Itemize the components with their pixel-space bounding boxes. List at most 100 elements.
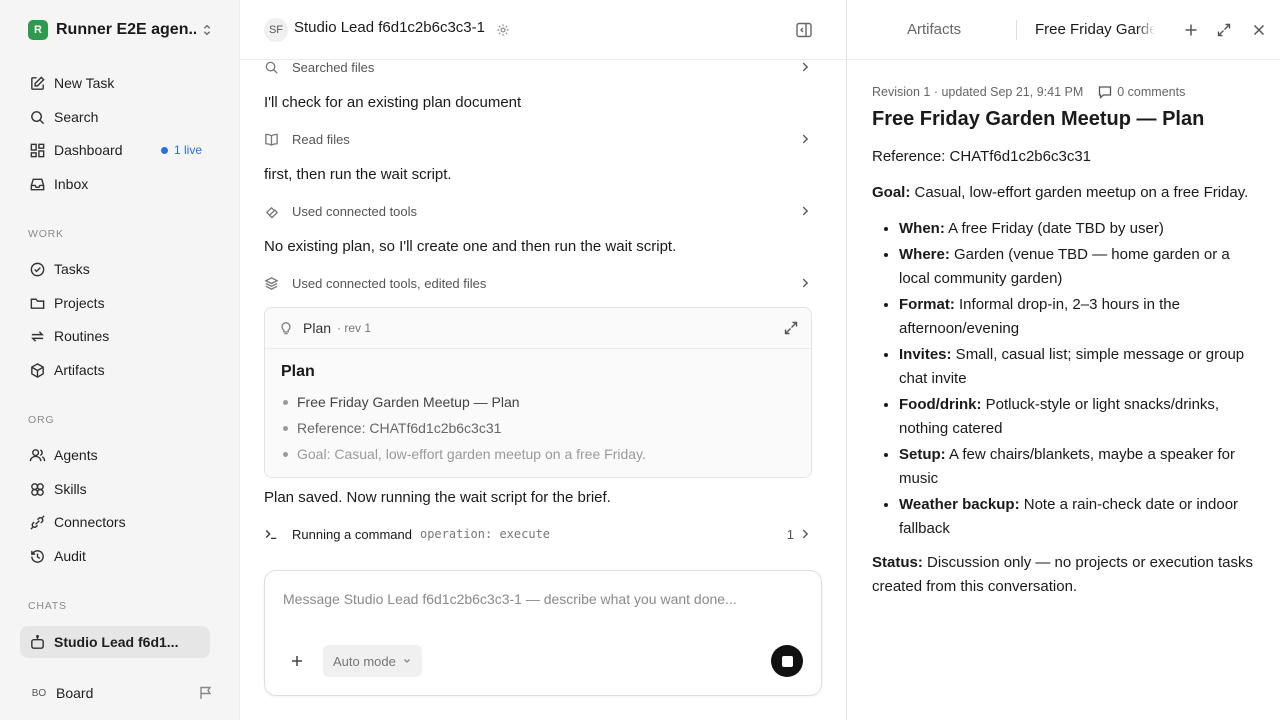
- tab-artifacts[interactable]: Artifacts: [907, 21, 961, 38]
- sidebar-item-search[interactable]: Search: [20, 101, 210, 133]
- comments-button[interactable]: 0 comments: [1097, 84, 1185, 100]
- expand-icon[interactable]: [783, 320, 799, 336]
- message-composer: Auto mode: [264, 570, 822, 696]
- message-input[interactable]: [283, 591, 793, 607]
- sidebar-item-label: Audit: [54, 548, 86, 564]
- agent-avatar: SF: [264, 18, 288, 42]
- bot-icon: [28, 633, 46, 651]
- sidebar-item-audit[interactable]: Audit: [20, 540, 210, 572]
- sidebar-item-inbox[interactable]: Inbox: [20, 168, 210, 200]
- search-icon: [28, 108, 46, 126]
- tools-icon: [264, 203, 280, 219]
- document-reference: Reference: CHATf6d1c2b6c3c31: [872, 148, 1092, 165]
- section-label-org: ORG: [28, 414, 55, 426]
- sidebar-chat-studio-lead[interactable]: Studio Lead f6d1...: [20, 626, 210, 658]
- lightbulb-icon: [281, 322, 291, 335]
- sidebar-item-dashboard[interactable]: Dashboard 1 live: [20, 134, 210, 166]
- plan-card[interactable]: Plan · rev 1 Plan Free Friday Garden Mee…: [264, 307, 812, 478]
- flag-icon[interactable]: [198, 685, 214, 701]
- artifact-panel: Artifacts Free Friday Garden Meetup — Pl…: [846, 0, 1280, 720]
- tool-step-running-command[interactable]: Running a command operation: execute 1: [264, 524, 812, 544]
- plus-icon[interactable]: [289, 653, 305, 669]
- chevron-right-icon: [802, 134, 809, 144]
- plan-card-label: Plan: [303, 320, 332, 336]
- sidebar-item-label: Studio Lead f6d1...: [54, 634, 179, 650]
- revision-info: Revision 1 · updated Sep 21, 9:41 PM: [872, 85, 1084, 99]
- tab-divider: [1016, 20, 1017, 40]
- agents-icon: [28, 446, 46, 464]
- plan-card-body: Plan Free Friday Garden Meetup — Plan Re…: [265, 349, 811, 477]
- skills-icon: [28, 480, 46, 498]
- list-item: Reference: CHATf6d1c2b6c3c31: [281, 415, 795, 441]
- user-name[interactable]: Board: [56, 685, 93, 701]
- tab-document[interactable]: Free Friday Garden Meetup — Plan: [1035, 21, 1155, 38]
- sidebar-item-new-task[interactable]: New Task: [20, 67, 210, 99]
- tool-step-searched-files[interactable]: Searched files: [264, 57, 812, 77]
- sidebar-item-tasks[interactable]: Tasks: [20, 253, 210, 285]
- gear-icon[interactable]: [496, 23, 510, 37]
- sidebar-item-label: Skills: [54, 481, 87, 497]
- tool-step-read-files[interactable]: Read files: [264, 129, 812, 149]
- list-item: Format: Informal drop-in, 2–3 hours in t…: [899, 293, 1257, 341]
- sidebar-item-skills[interactable]: Skills: [20, 473, 210, 505]
- document-status: Status: Discussion only — no projects or…: [872, 554, 1253, 595]
- command-count: 1: [786, 526, 794, 542]
- tool-step-label: Used connected tools, edited files: [292, 275, 487, 291]
- chevron-right-icon: [802, 206, 809, 216]
- sidebar-item-projects[interactable]: Projects: [20, 287, 210, 319]
- sidebar-item-label: New Task: [54, 75, 115, 91]
- inbox-icon: [28, 175, 46, 193]
- plan-card-header: Plan · rev 1: [265, 308, 811, 349]
- sidebar-item-routines[interactable]: Routines: [20, 320, 210, 352]
- list-item: Where: Garden (venue TBD — home garden o…: [899, 243, 1257, 291]
- section-label-chats: CHATS: [28, 600, 67, 612]
- user-footer: BO Board: [28, 681, 214, 705]
- workspace-logo: R: [28, 20, 48, 40]
- mode-selector[interactable]: Auto mode: [323, 645, 422, 677]
- list-item: Food/drink: Potluck-style or light snack…: [899, 393, 1257, 441]
- live-badge: 1 live: [160, 143, 202, 157]
- chevron-right-icon: [802, 278, 809, 288]
- document-title: Free Friday Garden Meetup — Plan: [872, 108, 1205, 130]
- sidebar-item-label: Agents: [54, 447, 98, 463]
- sidebar-item-connectors[interactable]: Connectors: [20, 506, 210, 538]
- expand-icon[interactable]: [1216, 22, 1232, 38]
- workspace-switcher[interactable]: R Runner E2E agen...: [28, 19, 214, 41]
- plan-card-list: Free Friday Garden Meetup — Plan Referen…: [281, 389, 795, 467]
- folder-icon: [28, 294, 46, 312]
- sidebar-item-agents[interactable]: Agents: [20, 439, 210, 471]
- tool-step-label: Searched files: [292, 59, 375, 75]
- workspace-name: Runner E2E agen...: [56, 21, 196, 38]
- sidebar: R Runner E2E agen... New Task Search Das…: [0, 0, 240, 720]
- stop-button[interactable]: [771, 645, 803, 677]
- list-item: Invites: Small, casual list; simple mess…: [899, 343, 1257, 391]
- assistant-message: Plan saved. Now running the wait script …: [264, 489, 611, 506]
- plus-icon[interactable]: [1183, 22, 1199, 38]
- chevron-right-icon: [802, 529, 809, 539]
- sidebar-item-artifacts[interactable]: Artifacts: [20, 354, 210, 386]
- sidebar-item-label: Dashboard: [54, 142, 123, 158]
- toggle-panel-icon[interactable]: [795, 21, 813, 39]
- tool-step-tools-edited[interactable]: Used connected tools, edited files: [264, 273, 812, 293]
- layers-icon: [264, 275, 280, 291]
- comment-icon: [1099, 86, 1112, 99]
- document-list: When: A free Friday (date TBD by user) W…: [872, 217, 1257, 541]
- plan-card-heading: Plan: [281, 363, 315, 380]
- tool-step-label: Read files: [292, 131, 350, 147]
- artifacts-icon: [28, 361, 46, 379]
- sidebar-item-label: Tasks: [54, 261, 90, 277]
- routines-icon: [28, 327, 46, 345]
- tool-step-label: Used connected tools: [292, 203, 418, 219]
- tool-step-connected-tools[interactable]: Used connected tools: [264, 201, 812, 221]
- list-item: Goal: Casual, low-effort garden meetup o…: [281, 441, 795, 467]
- avatar[interactable]: BO: [28, 682, 50, 704]
- close-icon[interactable]: [1251, 22, 1267, 38]
- sidebar-item-label: Artifacts: [54, 362, 105, 378]
- sidebar-item-label: Search: [54, 109, 99, 125]
- plan-card-revision: · rev 1: [337, 321, 372, 335]
- comments-count: 0 comments: [1117, 85, 1186, 99]
- connectors-icon: [28, 513, 46, 531]
- tasks-icon: [28, 260, 46, 278]
- list-item: Setup: A few chairs/blankets, maybe a sp…: [899, 443, 1257, 491]
- assistant-message: I'll check for an existing plan document: [264, 94, 522, 111]
